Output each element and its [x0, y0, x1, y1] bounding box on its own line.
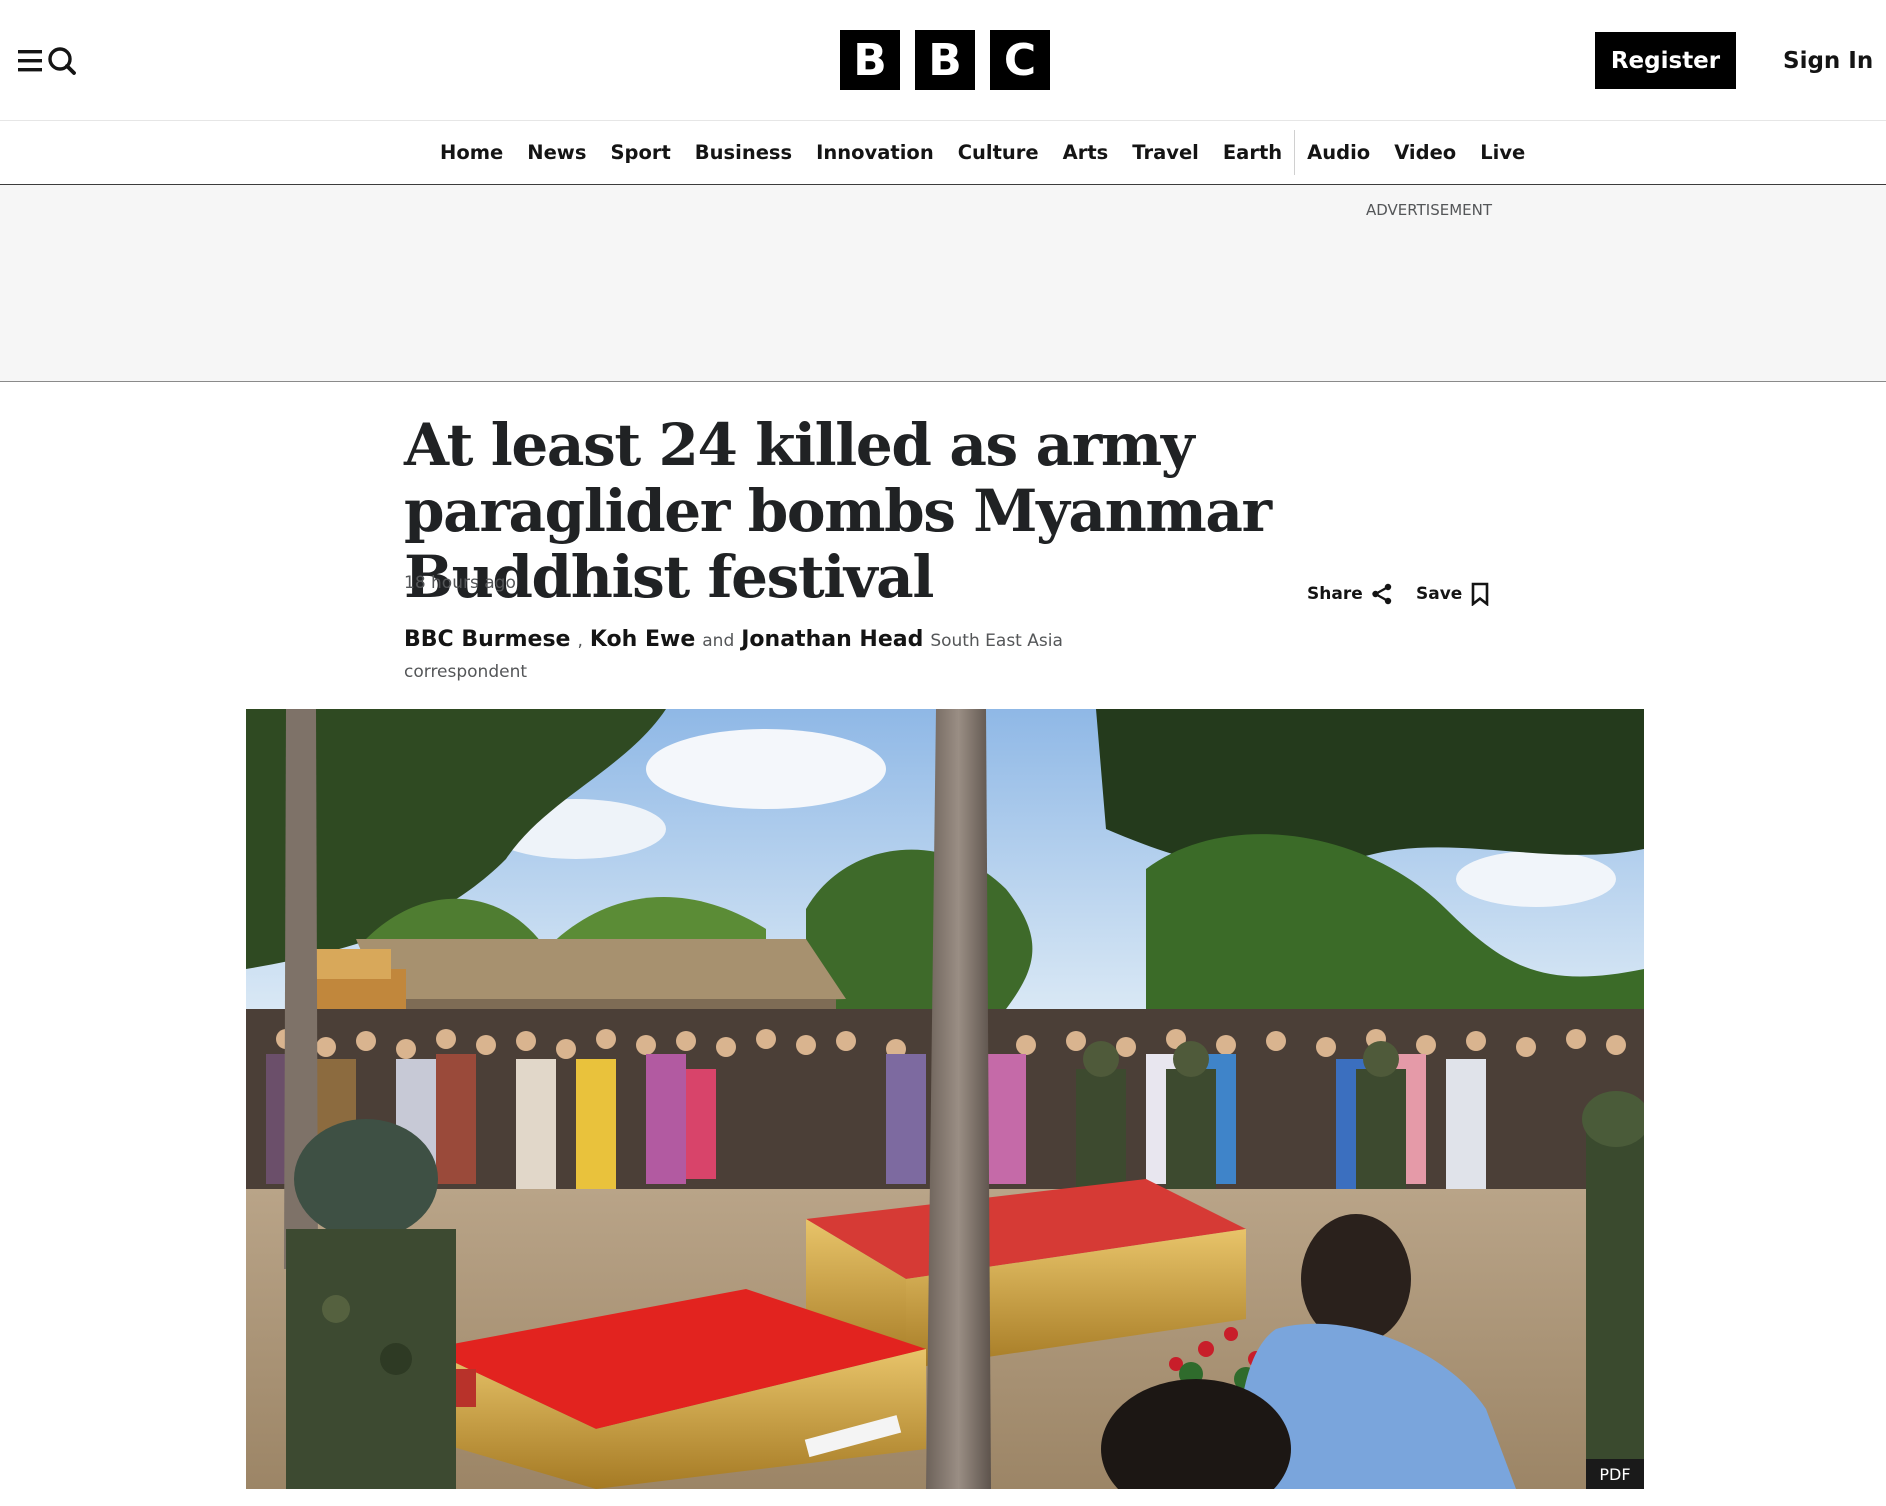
funeral-scene-photo: [246, 709, 1644, 1489]
bookmark-icon: [1472, 582, 1489, 606]
nav-item-travel[interactable]: Travel: [1120, 141, 1211, 164]
save-button[interactable]: Save: [1416, 580, 1490, 608]
author-koh-ewe[interactable]: Koh Ewe: [590, 627, 695, 652]
nav-item-video[interactable]: Video: [1382, 141, 1468, 164]
share-label: Share: [1307, 584, 1363, 604]
author-jonathan-head[interactable]: Jonathan Head: [741, 627, 923, 652]
hero-image: PDF: [246, 709, 1644, 1489]
byline-comma: ,: [577, 631, 583, 651]
article-byline: BBC Burmese , Koh Ewe and Jonathan Head …: [404, 625, 1064, 687]
menu-search-icon: [18, 47, 76, 75]
logo-block-b2: B: [915, 30, 975, 90]
sign-in-link[interactable]: Sign In: [1783, 32, 1873, 89]
author-bbc-burmese[interactable]: BBC Burmese: [404, 627, 570, 652]
nav-item-business[interactable]: Business: [683, 141, 804, 164]
logo-block-b1: B: [840, 30, 900, 90]
save-label: Save: [1416, 584, 1463, 604]
nav-item-arts[interactable]: Arts: [1051, 141, 1121, 164]
byline-and: and: [702, 631, 735, 651]
share-button[interactable]: Share: [1307, 580, 1393, 608]
advertisement-slot: ADVERTISEMENT: [0, 185, 1886, 382]
article-timestamp: 18 hours ago: [404, 573, 516, 593]
nav-item-culture[interactable]: Culture: [946, 141, 1051, 164]
nav-item-news[interactable]: News: [515, 141, 598, 164]
nav-list: Home News Sport Business Innovation Cult…: [430, 121, 1537, 184]
top-bar: B B C Register Sign In: [0, 0, 1886, 121]
article-headline: At least 24 killed as army paraglider bo…: [404, 411, 1272, 611]
share-icon: [1372, 583, 1391, 605]
nav-item-home[interactable]: Home: [430, 141, 515, 164]
image-credit-badge: PDF: [1586, 1459, 1644, 1489]
menu-search-button[interactable]: [16, 44, 78, 78]
logo-block-c: C: [990, 30, 1050, 90]
nav-item-sport[interactable]: Sport: [598, 141, 682, 164]
main-nav: Home News Sport Business Innovation Cult…: [0, 121, 1886, 185]
bbc-logo[interactable]: B B C: [840, 30, 1050, 90]
register-button[interactable]: Register: [1595, 32, 1736, 89]
nav-item-audio[interactable]: Audio: [1295, 141, 1382, 164]
nav-item-earth[interactable]: Earth: [1211, 141, 1294, 164]
nav-item-innovation[interactable]: Innovation: [804, 141, 946, 164]
advertisement-label: ADVERTISEMENT: [1366, 201, 1493, 219]
nav-item-live[interactable]: Live: [1468, 141, 1537, 164]
